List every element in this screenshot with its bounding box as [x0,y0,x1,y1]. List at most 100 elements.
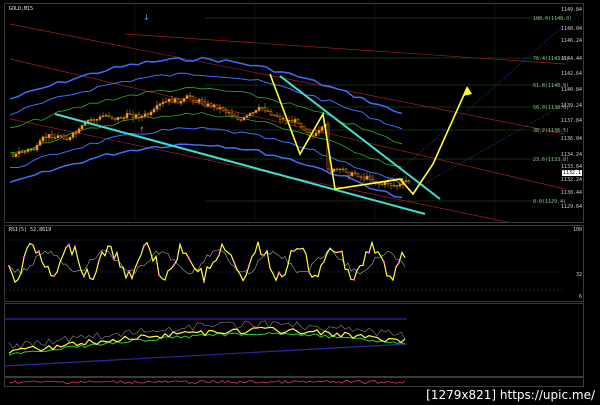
candle-body [224,109,228,113]
candle-body [263,107,267,112]
candle-body [71,132,75,138]
candle-body [293,119,297,123]
support-trendline [54,113,426,215]
candle-body [137,114,141,118]
candle-body [140,115,144,118]
rsi-extreme-dot [172,263,176,267]
channel-line [9,118,509,222]
osc-band-line [8,320,406,349]
fib-label: 23.6(1133.8) [533,157,570,163]
candle-body [149,111,153,116]
rsi-signal-line [8,248,406,276]
image-host-watermark: [1279x821] https://upic.me/ [424,388,597,402]
candle-body [368,175,372,180]
strip-line [8,380,406,385]
rsi-tick: 32 [575,272,582,278]
candle-body [17,151,21,155]
strip-plot [8,380,406,385]
candle-body [344,168,348,173]
candle-body [281,118,285,120]
price-tick: 1149.84 [560,7,582,13]
candle-body [392,185,396,187]
candle-body [176,98,180,104]
candle-body [398,184,402,187]
candle-body [113,117,117,120]
candle-body [380,183,384,186]
candle-body [191,96,195,101]
current-price-tag: 1132.1 [561,170,582,176]
candle-body [104,115,108,117]
candle-body [194,100,198,103]
candle-body [29,149,33,151]
projection-line [414,103,566,190]
candle-body [44,136,48,138]
candle-body [152,108,156,113]
oscillator-pane[interactable] [4,303,584,377]
price-tick: 1136.04 [560,136,582,142]
candle-body [356,173,360,178]
candle-body [182,98,186,102]
candle-body [299,123,303,127]
candle-body [146,113,150,116]
main-chart-pane[interactable]: GOLD,M15 ↓ ↑ 1149.84 1148.04 1146.24 1144… [4,3,584,223]
candle-body [209,103,213,107]
candle-body [296,119,300,124]
candle-body [350,172,354,177]
candle-body [389,183,393,186]
candle-body [341,168,345,171]
candle-body [164,101,168,103]
candle-body [128,113,132,115]
fib-label: 0.0(1129.4) [533,199,567,205]
candle-body [20,151,24,154]
candle-body [365,175,369,180]
candle-body [206,103,210,107]
green-band [9,87,403,145]
rsi-extreme-dot [157,273,161,277]
candle-body [47,134,51,138]
candle-body [248,113,252,116]
candle-body [158,103,162,106]
rsi-extreme-dot [67,243,71,246]
rsi-tick: 100 [572,227,582,233]
up-arrow-marker: ↑ [139,126,145,134]
candle-body [302,125,306,131]
candle-body [386,181,390,184]
candle-body [95,119,99,121]
rsi-extreme-dot [352,278,356,281]
rsi-extreme-dot [112,257,116,261]
rsi-extreme-dot [292,249,296,253]
candle-body [314,132,318,137]
fib-label: 50.0(1138.6) [533,105,570,111]
rsi-extreme-dot [37,250,41,253]
candle-body [221,107,225,111]
forecast-arrow-head [463,86,472,96]
rsi-extreme-dot [397,261,401,264]
fib-label: 61.8(1140.9) [533,83,570,89]
candle-body [89,119,93,121]
candle-body [143,113,147,117]
candle-body [77,128,81,134]
candle-body [56,135,60,138]
candle-body [269,110,273,116]
candle-body [377,183,381,185]
candle-body [125,113,129,119]
oscillator-plot [5,318,408,367]
candle-body [278,116,282,120]
lower-blue-band [9,126,403,186]
rsi-extreme-dot [217,253,221,257]
price-tick: 1148.04 [560,26,582,32]
candle-body [254,110,258,113]
price-tick: 1137.84 [560,118,582,124]
rsi-pane[interactable]: RSI(5) 52.8619 100 32 6 [4,225,584,302]
candle-body [407,180,411,183]
rsi-extreme-dot [97,259,101,262]
candle-body [317,130,321,134]
candle-body [65,138,69,141]
candle-body [179,101,183,104]
rsi-extreme-dot [277,271,281,274]
candle-body [86,120,90,122]
candle-body [266,110,270,112]
candle-body [347,171,351,177]
rsi-extreme-dot [7,264,11,268]
price-tick: 1132.24 [560,177,582,183]
